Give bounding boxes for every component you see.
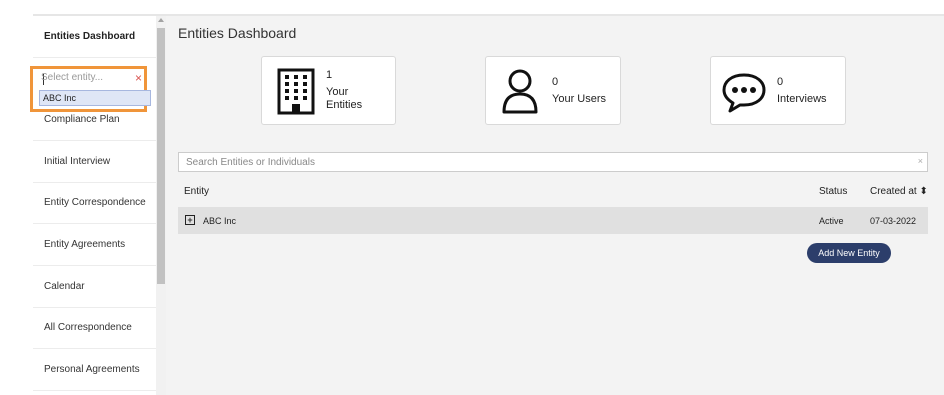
sidebar-item-label: Entities Dashboard: [44, 31, 136, 42]
sidebar-item-all-correspondence[interactable]: All Correspondence: [33, 307, 156, 349]
sidebar-item-label: Compliance Plan: [44, 114, 120, 125]
entity-select-input[interactable]: Select entity...: [41, 72, 103, 83]
entities-card[interactable]: 1 Your Entities: [261, 56, 396, 125]
clear-icon[interactable]: ×: [135, 71, 142, 85]
sidebar-item-entities-dashboard[interactable]: Entities Dashboard: [33, 16, 156, 58]
building-icon: [277, 68, 315, 115]
interviews-card[interactable]: 0 Interviews: [710, 56, 846, 125]
sidebar-item-initial-interview[interactable]: Initial Interview: [33, 141, 156, 183]
expand-row-icon[interactable]: +: [185, 215, 195, 225]
scrollbar-thumb[interactable]: [157, 28, 165, 284]
row-entity: ABC Inc: [203, 216, 237, 226]
sidebar-item-label: Calendar: [44, 281, 85, 292]
row-status: Active: [819, 216, 844, 226]
row-created-at: 07-03-2022: [870, 216, 917, 226]
sidebar-item-entity-agreements[interactable]: Entity Agreements: [33, 224, 156, 266]
entity-select[interactable]: Select entity... × ABC Inc: [30, 66, 151, 112]
users-label: Your Users: [552, 93, 607, 105]
entities-label-line1: Your: [326, 86, 349, 98]
sidebar-item-label: All Correspondence: [44, 322, 132, 333]
sidebar-scrollbar[interactable]: [156, 16, 166, 395]
interviews-count: 0: [777, 76, 784, 88]
entity-select-option[interactable]: ABC Inc: [39, 90, 151, 106]
search-input[interactable]: Search Entities or Individuals ×: [178, 152, 928, 172]
interviews-label: Interviews: [777, 93, 827, 105]
table-row[interactable]: + ABC Inc Active 07-03-2022: [178, 207, 928, 234]
search-placeholder: Search Entities or Individuals: [186, 156, 315, 168]
search-clear-icon[interactable]: ×: [918, 156, 923, 166]
sidebar-item-label: Personal Agreements: [44, 364, 140, 375]
sidebar-item-personal-agreements[interactable]: Personal Agreements: [33, 349, 156, 391]
page-title: Entities Dashboard: [178, 25, 297, 41]
sidebar-item-calendar[interactable]: Calendar: [33, 266, 156, 308]
sidebar-item-label: Entity Correspondence: [44, 197, 146, 208]
user-icon: [502, 69, 538, 114]
users-card[interactable]: 0 Your Users: [485, 56, 621, 125]
sidebar-item-label: Initial Interview: [44, 156, 111, 167]
scroll-up-arrow-icon[interactable]: [158, 18, 164, 22]
entities-count: 1: [326, 69, 333, 81]
column-header-entity[interactable]: Entity: [184, 186, 209, 197]
sidebar-item-entity-correspondence[interactable]: Entity Correspondence: [33, 182, 156, 224]
add-new-entity-button[interactable]: Add New Entity: [807, 243, 891, 263]
entities-label-line2: Entities: [326, 99, 363, 111]
column-header-status[interactable]: Status: [819, 186, 847, 197]
users-count: 0: [552, 76, 559, 88]
speech-bubble-icon: [722, 73, 766, 113]
sidebar-item-label: Entity Agreements: [44, 239, 126, 250]
column-header-created-at[interactable]: Created at ⬍: [870, 186, 928, 197]
